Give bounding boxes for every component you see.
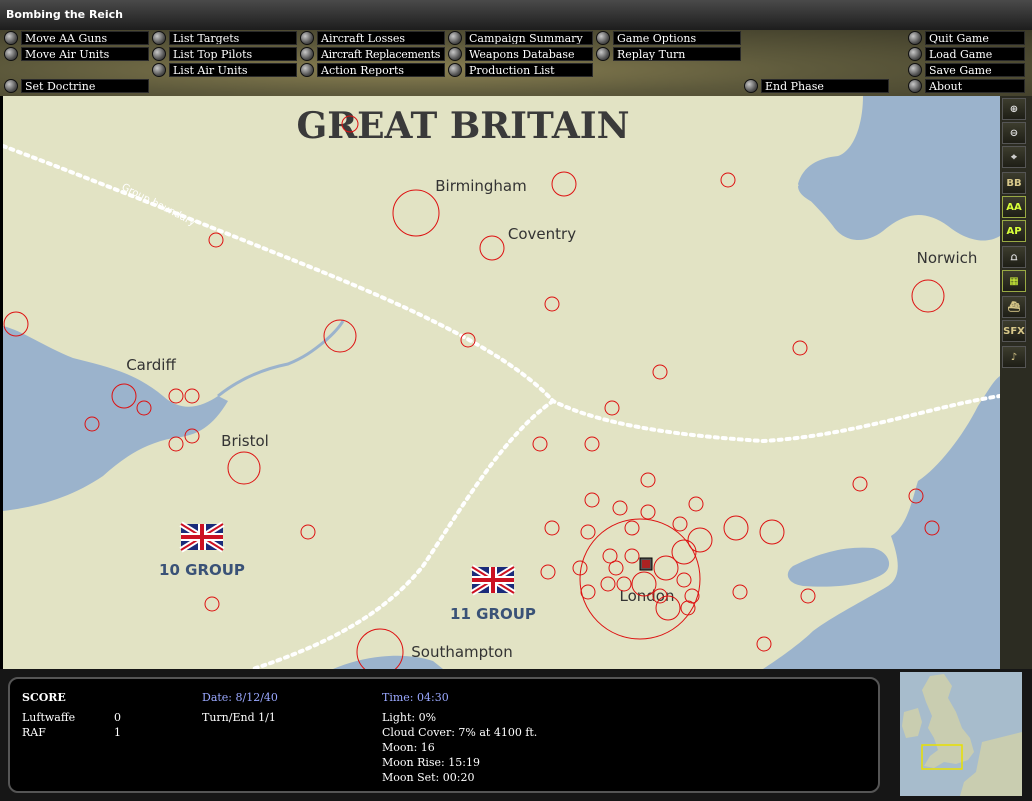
city-label-bristol: Bristol <box>221 432 269 450</box>
save-game-button[interactable]: Save Game <box>908 63 1025 77</box>
moon-set-text: Moon Set: 00:20 <box>382 771 475 784</box>
city-label-birmingham: Birmingham <box>435 177 526 195</box>
flag-icon-11-group[interactable] <box>470 564 516 596</box>
factory-icon[interactable]: ▦ <box>1002 270 1026 292</box>
date-text: Date: 8/12/40 <box>202 691 278 704</box>
zoom-in-icon[interactable]: ⊕ <box>1002 98 1026 120</box>
sfx-toggle[interactable]: SFX <box>1002 320 1026 342</box>
strategic-map[interactable]: Group boundary GREAT BRITAIN Birmingham … <box>3 96 1000 669</box>
about-button[interactable]: About <box>908 79 1025 93</box>
map-svg: Group boundary GREAT BRITAIN Birmingham … <box>3 96 1000 669</box>
window-title: Bombing the Reich <box>0 0 1032 30</box>
raf-score: 1 <box>114 726 121 739</box>
orb-icon <box>908 63 922 77</box>
cloud-cover-text: Cloud Cover: 7% at 4100 ft. <box>382 726 538 739</box>
production-list-button[interactable]: Production List <box>448 63 593 77</box>
flag-icon-10-group[interactable] <box>179 521 225 553</box>
crosshair-icon[interactable]: ⌖ <box>1002 146 1026 168</box>
aa-toggle[interactable]: AA <box>1002 196 1026 218</box>
menu-bar: Move AA Guns Move Air Units Set Doctrine… <box>0 30 1032 96</box>
move-air-units-button[interactable]: Move Air Units <box>4 47 149 61</box>
status-panel: SCORE Luftwaffe 0 RAF 1 Date: 8/12/40 Tu… <box>0 669 1032 801</box>
orb-icon <box>596 47 610 61</box>
orb-icon <box>4 47 18 61</box>
list-top-pilots-button[interactable]: List Top Pilots <box>152 47 297 61</box>
load-game-button[interactable]: Load Game <box>908 47 1025 61</box>
moon-text: Moon: 16 <box>382 741 435 754</box>
zoom-out-icon[interactable]: ⊖ <box>1002 122 1026 144</box>
aircraft-losses-button[interactable]: Aircraft Losses <box>300 31 445 45</box>
luftwaffe-score: 0 <box>114 711 121 724</box>
orb-icon <box>908 79 922 93</box>
list-targets-button[interactable]: List Targets <box>152 31 297 45</box>
orb-icon <box>908 47 922 61</box>
orb-icon <box>152 31 166 45</box>
orb-icon <box>300 63 314 77</box>
orb-icon <box>908 31 922 45</box>
turn-text: Turn/End 1/1 <box>202 711 276 724</box>
orb-icon <box>448 63 462 77</box>
map-toolbar: ⊕ ⊖ ⌖ BB AA AP ⩍ ▦ ⛴ SFX ♪ <box>1000 96 1032 669</box>
moon-rise-text: Moon Rise: 15:19 <box>382 756 480 769</box>
city-label-coventry: Coventry <box>508 225 576 243</box>
orb-icon <box>300 47 314 61</box>
orb-icon <box>448 31 462 45</box>
bb-toggle[interactable]: BB <box>1002 172 1026 194</box>
ship-icon[interactable]: ⛴ <box>1002 296 1026 318</box>
orb-icon <box>4 31 18 45</box>
game-options-button[interactable]: Game Options <box>596 31 741 45</box>
campaign-summary-button[interactable]: Campaign Summary <box>448 31 593 45</box>
city-label-cardiff: Cardiff <box>126 356 176 374</box>
group-label-10: 10 GROUP <box>159 561 245 579</box>
light-text: Light: 0% <box>382 711 437 724</box>
info-box: SCORE Luftwaffe 0 RAF 1 Date: 8/12/40 Tu… <box>8 677 880 793</box>
score-label: SCORE <box>22 691 66 704</box>
replay-turn-button[interactable]: Replay Turn <box>596 47 741 61</box>
minimap-svg <box>900 672 1022 796</box>
orb-icon <box>300 31 314 45</box>
map-title: GREAT BRITAIN <box>296 105 629 147</box>
weapons-database-button[interactable]: Weapons Database <box>448 47 593 61</box>
music-note-icon[interactable]: ♪ <box>1002 346 1026 368</box>
group-label-11: 11 GROUP <box>450 605 536 623</box>
orb-icon <box>152 63 166 77</box>
orb-icon <box>596 31 610 45</box>
quit-game-button[interactable]: Quit Game <box>908 31 1025 45</box>
raf-label: RAF <box>22 726 46 739</box>
action-reports-button[interactable]: Action Reports <box>300 63 445 77</box>
set-doctrine-button[interactable]: Set Doctrine <box>4 79 149 93</box>
list-air-units-button[interactable]: List Air Units <box>152 63 297 77</box>
orb-icon <box>448 47 462 61</box>
city-label-southampton: Southampton <box>411 643 512 661</box>
bridge-icon[interactable]: ⩍ <box>1002 246 1026 268</box>
london-target-marker-core <box>642 560 650 568</box>
minimap[interactable] <box>900 672 1022 796</box>
orb-icon <box>4 79 18 93</box>
city-label-norwich: Norwich <box>917 249 978 267</box>
orb-icon <box>744 79 758 93</box>
orb-icon <box>152 47 166 61</box>
aircraft-replacements-button[interactable]: Aircraft Replacements <box>300 47 445 61</box>
time-text: Time: 04:30 <box>382 691 449 704</box>
ap-toggle[interactable]: AP <box>1002 220 1026 242</box>
move-aa-guns-button[interactable]: Move AA Guns <box>4 31 149 45</box>
luftwaffe-label: Luftwaffe <box>22 711 76 724</box>
end-phase-button[interactable]: End Phase <box>744 79 889 93</box>
